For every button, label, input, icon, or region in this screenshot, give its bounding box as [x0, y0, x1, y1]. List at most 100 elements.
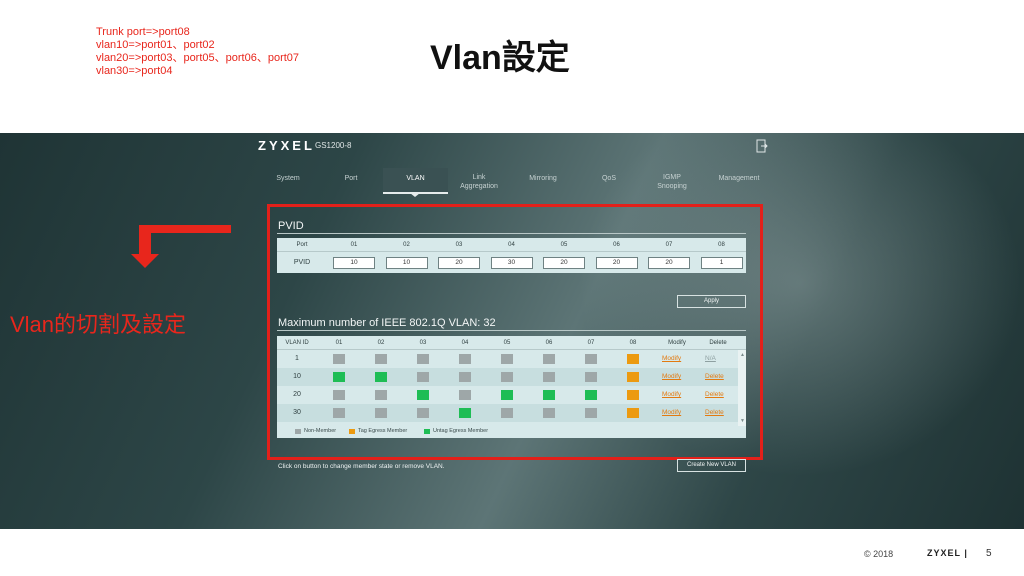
vlan-header-row: VLAN ID Modify Delete 01 02 03 04 05 06 07 08 [277, 336, 746, 350]
vlan-port-header: 02 [377, 340, 385, 346]
member-state-toggle[interactable] [627, 354, 639, 364]
vlan-title: Maximum number of IEEE 802.1Q VLAN: 32 [278, 317, 496, 329]
modify-link[interactable]: Modify [662, 355, 681, 362]
member-state-toggle[interactable] [459, 354, 471, 364]
member-state-toggle[interactable] [333, 354, 345, 364]
pvid-header-row: Port 01 02 03 04 05 06 07 08 [277, 238, 746, 252]
pvid-input[interactable]: 30 [490, 257, 533, 269]
member-state-toggle[interactable] [543, 354, 555, 364]
pvid-row-label: PVID [293, 259, 311, 266]
vlan-port-header: 06 [545, 340, 553, 346]
member-state-toggle[interactable] [627, 372, 639, 382]
delete-header: Delete [709, 340, 727, 346]
tab-link-aggregation[interactable]: Link Aggregation [454, 173, 504, 191]
vlan-row: 30 Modify Delete [277, 404, 738, 422]
pvid-port-header: 06 [613, 242, 620, 248]
pvid-input[interactable]: 1 [700, 257, 743, 269]
member-state-toggle[interactable] [333, 408, 345, 418]
member-state-toggle[interactable] [543, 390, 555, 400]
delete-link[interactable]: Delete [705, 391, 724, 398]
apply-button[interactable]: Apply [677, 295, 746, 308]
tab-vlan[interactable]: VLAN [383, 168, 448, 192]
modify-link[interactable]: Modify [662, 391, 681, 398]
tab-igmp-snooping[interactable]: IGMP Snooping [650, 173, 694, 191]
copyright: © 2018 [864, 549, 894, 559]
logout-icon[interactable] [756, 139, 768, 153]
scrollbar[interactable] [738, 350, 746, 426]
vlan-port-header: 03 [419, 340, 427, 346]
member-state-toggle[interactable] [333, 390, 345, 400]
member-state-toggle[interactable] [543, 408, 555, 418]
note-line: Trunk port=>port08 [96, 26, 190, 38]
tab-management[interactable]: Management [710, 174, 768, 183]
member-state-toggle[interactable] [627, 408, 639, 418]
vlan-id: 1 [295, 355, 299, 362]
modify-link[interactable]: Modify [662, 409, 681, 416]
arrow-down-icon [131, 225, 231, 268]
vlan-id: 10 [293, 373, 301, 380]
pvid-port-header: 08 [718, 242, 725, 248]
pvid-input[interactable]: 20 [595, 257, 638, 269]
pvid-port-header: 02 [403, 242, 410, 248]
note-line: vlan10=>port01、port02 [96, 39, 215, 51]
main-nav: System Port VLAN Link Aggregation Mirror… [258, 168, 768, 197]
divider [277, 330, 746, 331]
member-state-toggle[interactable] [459, 390, 471, 400]
create-vlan-button[interactable]: Create New VLAN [677, 459, 746, 472]
member-state-toggle[interactable] [501, 390, 513, 400]
member-state-toggle[interactable] [375, 390, 387, 400]
member-state-toggle[interactable] [585, 408, 597, 418]
vlan-port-header: 01 [335, 340, 343, 346]
member-state-toggle[interactable] [417, 408, 429, 418]
member-state-toggle[interactable] [333, 372, 345, 382]
member-state-toggle[interactable] [459, 408, 471, 418]
pvid-input[interactable]: 20 [543, 257, 585, 269]
pvid-input[interactable]: 20 [438, 257, 480, 269]
member-state-toggle[interactable] [585, 390, 597, 400]
member-state-toggle[interactable] [417, 354, 429, 364]
delete-link: N/A [705, 355, 716, 362]
scroll-down-icon[interactable]: ▼ [740, 418, 745, 424]
member-state-toggle[interactable] [417, 372, 429, 382]
vlan-table: VLAN ID Modify Delete 01 02 03 04 05 06 07 08 1… [277, 336, 746, 438]
member-state-toggle[interactable] [375, 372, 387, 382]
hint-text: Click on button to change member state o… [278, 463, 445, 470]
member-state-toggle[interactable] [501, 372, 513, 382]
legend: Non-Member Tag Egress Member Untag Egres… [277, 426, 746, 438]
pvid-input[interactable]: 20 [648, 257, 690, 269]
scroll-up-icon[interactable]: ▲ [740, 352, 745, 358]
vlan-id: 30 [293, 409, 301, 416]
vlan-id: 20 [293, 391, 301, 398]
member-state-toggle[interactable] [417, 390, 429, 400]
footer-logo: ZYXEL | [927, 548, 968, 558]
member-state-toggle[interactable] [459, 372, 471, 382]
member-state-toggle[interactable] [501, 408, 513, 418]
pvid-table: Port 01 02 03 04 05 06 07 08 PVID 10 10 20 30 20 20 2… [277, 238, 746, 273]
non-member-swatch [295, 429, 301, 434]
modify-link[interactable]: Modify [662, 373, 681, 380]
pvid-port-header: 04 [508, 242, 515, 248]
delete-link[interactable]: Delete [705, 373, 724, 380]
pvid-input[interactable]: 10 [333, 257, 375, 269]
tag-member-swatch [349, 429, 355, 434]
member-state-toggle[interactable] [375, 408, 387, 418]
member-state-toggle[interactable] [585, 354, 597, 364]
pvid-input[interactable]: 10 [385, 257, 428, 269]
member-state-toggle[interactable] [375, 354, 387, 364]
delete-link[interactable]: Delete [705, 409, 724, 416]
tab-mirroring[interactable]: Mirroring [518, 174, 568, 183]
vlan-port-header: 04 [461, 340, 469, 346]
active-tab-notch [410, 193, 420, 197]
tab-system[interactable]: System [264, 174, 312, 183]
member-state-toggle[interactable] [543, 372, 555, 382]
tab-qos[interactable]: QoS [584, 174, 634, 183]
vlan-row: 10 Modify Delete [277, 368, 738, 386]
slide-title: Vlan設定 [430, 39, 570, 77]
member-state-toggle[interactable] [501, 354, 513, 364]
member-state-toggle[interactable] [627, 390, 639, 400]
member-state-toggle[interactable] [585, 372, 597, 382]
page-number: 5 [986, 548, 992, 559]
legend-untag-member: Untag Egress Member [433, 428, 489, 434]
vlan-row: 20 Modify Delete [277, 386, 738, 404]
tab-port[interactable]: Port [326, 174, 376, 183]
